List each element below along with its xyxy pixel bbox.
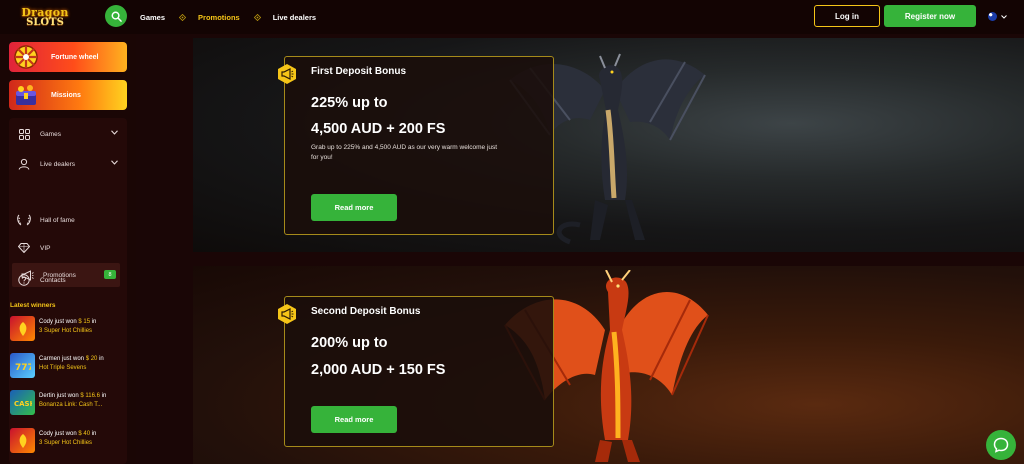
winner-suffix: in — [99, 356, 104, 362]
megaphone-badge-icon — [278, 64, 296, 84]
game-thumbnail: 777 — [10, 353, 35, 378]
sidebar-item-live-dealers[interactable]: Live dealers — [9, 152, 127, 176]
winner-amount: $ 40 — [78, 431, 91, 437]
winner-text: Carmen just won $ 20 in Hot Triple Seven… — [39, 353, 117, 381]
game-thumbnail — [10, 428, 35, 453]
winner-suffix: in — [101, 393, 107, 399]
sidebar-item-games[interactable]: Games — [9, 122, 127, 146]
promo-headline-line1: 225% up to — [311, 95, 388, 111]
missions-label: Missions — [51, 91, 81, 99]
winner-name: Cody just won — [39, 431, 77, 437]
promo-description: Grab up to 225% and 4,500 AUD as our ver… — [311, 144, 498, 161]
diamond-icon — [17, 241, 31, 255]
winner-game[interactable]: 3 Super Hot Chillies — [39, 439, 117, 448]
main-nav: Games Promotions Live dealers — [140, 0, 316, 34]
game-thumbnail — [10, 316, 35, 341]
game-thumbnail: CASH — [10, 390, 35, 415]
winner-name: Cody just won — [39, 319, 77, 325]
top-header: Dragon SLOTS Games Promotions Live deale… — [0, 0, 1024, 34]
search-icon — [111, 11, 122, 22]
logo-line-1: Dragon — [21, 5, 69, 19]
chevron-down-icon — [1001, 14, 1007, 19]
australia-flag-icon — [988, 12, 997, 21]
fortune-wheel-icon — [11, 42, 41, 72]
language-selector[interactable] — [988, 12, 1007, 21]
sidebar-item-vip[interactable]: VIP — [9, 236, 127, 260]
winner-item[interactable]: Cody just won $ 15 in 3 Super Hot Chilli… — [10, 316, 118, 344]
svg-text:777: 777 — [15, 363, 31, 371]
logo-line-2: SLOTS — [26, 16, 64, 28]
svg-text:CASH: CASH — [14, 400, 32, 408]
promo-title: First Deposit Bonus — [311, 66, 407, 77]
promo-headline-line1: 200% up to — [311, 335, 388, 351]
laurel-wreath-icon — [17, 213, 31, 227]
fortune-wheel-tile[interactable]: Fortune wheel — [9, 42, 127, 72]
sidebar-item-hall-of-fame[interactable]: Hall of fame — [9, 208, 127, 232]
question-circle-icon — [17, 273, 31, 287]
sidebar-item-label: Contacts — [40, 276, 66, 284]
nav-live-dealers[interactable]: Live dealers — [273, 13, 316, 22]
promo-headline-line2: 4,500 AUD + 200 FS — [311, 121, 446, 137]
login-button[interactable]: Log in — [814, 5, 880, 27]
dealer-person-icon — [17, 157, 31, 171]
winner-item[interactable]: Cody just won $ 40 in 3 Super Hot Chilli… — [10, 428, 118, 456]
register-button[interactable]: Register now — [884, 5, 976, 27]
dragon-slots-logo[interactable]: Dragon SLOTS — [16, 3, 74, 31]
winner-text: Cody just won $ 40 in 3 Super Hot Chilli… — [39, 428, 117, 456]
winner-game[interactable]: 3 Super Hot Chillies — [39, 327, 117, 336]
winner-suffix: in — [91, 319, 97, 325]
read-more-button[interactable]: Read more — [311, 406, 397, 433]
promo-card-second-deposit: Second Deposit Bonus 200% up to 2,000 AU… — [278, 296, 554, 447]
winner-amount: $ 20 — [85, 356, 98, 362]
winner-game[interactable]: Bonanza Link: Cash T... — [39, 401, 117, 410]
winner-amount: $ 116.6 — [80, 393, 100, 399]
winner-name: Dertin just won — [39, 393, 79, 399]
sidebar-item-label: VIP — [40, 244, 51, 252]
chevron-down-icon[interactable] — [111, 130, 118, 135]
missions-tile[interactable]: Missions — [9, 80, 127, 110]
fortune-wheel-label: Fortune wheel — [51, 53, 99, 61]
megaphone-badge-icon — [278, 304, 296, 324]
winner-amount: $ 15 — [78, 319, 91, 325]
sidebar: Fortune wheel Missions Games Live dealer… — [0, 34, 136, 464]
chat-bubble-icon — [993, 437, 1009, 453]
read-more-button[interactable]: Read more — [311, 194, 397, 221]
nav-separator-icon — [179, 13, 187, 21]
promo-title: Second Deposit Bonus — [311, 306, 421, 317]
sidebar-item-contacts[interactable]: Contacts — [9, 268, 127, 292]
winner-text: Cody just won $ 15 in 3 Super Hot Chilli… — [39, 316, 117, 344]
sidebar-item-label: Live dealers — [40, 160, 76, 168]
search-button[interactable] — [105, 5, 127, 27]
winner-suffix: in — [91, 431, 97, 437]
nav-games[interactable]: Games — [140, 13, 165, 22]
nav-promotions[interactable]: Promotions — [198, 13, 240, 22]
winner-name: Carmen just won — [39, 356, 85, 362]
winner-text: Dertin just won $ 116.6 in Bonanza Link:… — [39, 390, 117, 418]
promo-card-first-deposit: First Deposit Bonus 225% up to 4,500 AUD… — [278, 56, 554, 235]
winner-item[interactable]: 777 Carmen just won $ 20 in Hot Triple S… — [10, 353, 118, 381]
winner-item[interactable]: CASH Dertin just won $ 116.6 in Bonanza … — [10, 390, 118, 418]
latest-winners-title: Latest winners — [10, 302, 56, 309]
nav-separator-icon — [253, 13, 261, 21]
sidebar-item-label: Games — [40, 130, 61, 138]
missions-chest-icon — [11, 80, 41, 110]
games-grid-icon — [17, 127, 31, 141]
live-chat-button[interactable] — [986, 430, 1016, 460]
promo-headline-line2: 2,000 AUD + 150 FS — [311, 362, 446, 378]
sidebar-item-label: Hall of fame — [40, 216, 75, 224]
winner-game[interactable]: Hot Triple Sevens — [39, 364, 117, 373]
chevron-down-icon[interactable] — [111, 160, 118, 165]
